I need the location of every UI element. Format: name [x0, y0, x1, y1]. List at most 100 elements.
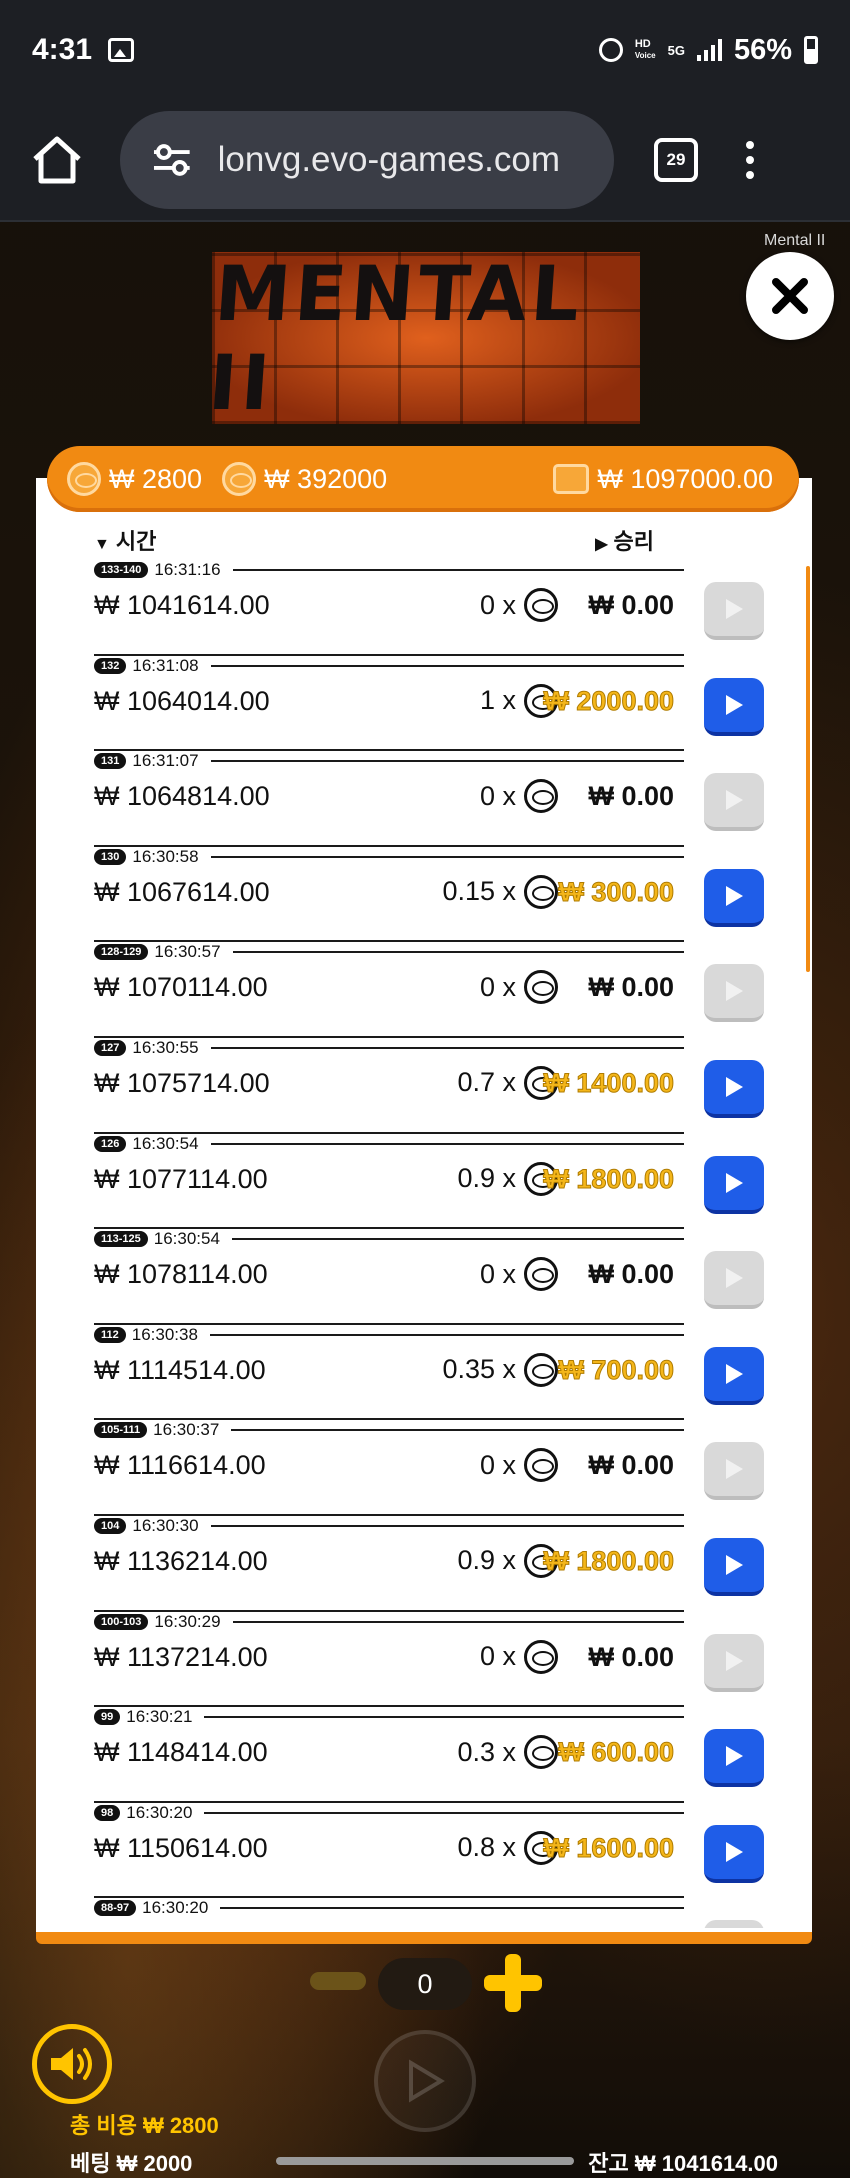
coin-icon	[524, 1257, 558, 1292]
site-settings-icon[interactable]	[152, 142, 192, 178]
row-win: ₩ 600.00	[558, 1737, 675, 1768]
replay-button[interactable]	[704, 1920, 764, 1928]
history-row: 126 16:30:54 ₩ 1077114.00 0.9 x ₩ 1800.00	[94, 1134, 766, 1230]
row-balance: ₩ 1078114.00	[94, 1259, 268, 1290]
row-header: 127 16:30:55	[94, 1038, 684, 1058]
play-icon	[726, 1650, 743, 1671]
row-balance: ₩ 1148414.00	[94, 1737, 268, 1768]
browser-toolbar: lonvg.evo-games.com 29	[0, 100, 850, 222]
row-time: 16:31:07	[132, 751, 199, 771]
count-display: 0	[378, 1958, 472, 2010]
replay-button[interactable]	[704, 964, 764, 1023]
row-header: 128-129 16:30:57	[94, 942, 684, 962]
total-cost: 총 비용 ₩ 2800	[70, 2113, 219, 2138]
row-balance: ₩ 1116614.00	[94, 1450, 266, 1481]
history-row: 100-103 16:30:29 ₩ 1137214.00 0 x ₩ 0.00	[94, 1612, 766, 1708]
row-win: ₩ 0.00	[588, 1641, 674, 1672]
sound-toggle-button[interactable]	[32, 2024, 112, 2104]
gesture-bar[interactable]	[276, 2157, 574, 2165]
network-generation: 5G	[667, 42, 685, 58]
row-balance: ₩ 1077114.00	[94, 1163, 268, 1194]
replay-button[interactable]	[704, 773, 764, 832]
panel-bottom-edge	[36, 1932, 812, 1944]
row-balance: ₩ 1075714.00	[94, 1067, 270, 1098]
replay-button[interactable]	[704, 582, 764, 640]
row-multiplier: 0 x	[480, 970, 558, 1005]
row-time: 16:30:58	[132, 846, 199, 866]
row-header: 133-140 16:31:16	[94, 560, 684, 580]
play-icon	[726, 1172, 743, 1193]
sort-time-header[interactable]: ▼ 시간	[94, 524, 156, 556]
coin-icon	[524, 1639, 558, 1674]
play-icon	[726, 790, 743, 811]
play-icon	[726, 1841, 743, 1862]
history-row: 112 16:30:38 ₩ 1114514.00 0.35 x ₩ 700.00	[94, 1325, 766, 1421]
row-header: 132 16:31:08	[94, 656, 684, 676]
row-time: 16:30:38	[131, 1324, 198, 1344]
round-badge: 130	[94, 848, 127, 865]
close-icon	[772, 278, 808, 314]
coin-icon	[524, 1735, 558, 1770]
replay-button[interactable]	[704, 1346, 764, 1405]
cost-a: ₩ 2800	[67, 462, 202, 496]
history-summary-bar: ₩ 2800 ₩ 392000 ₩ 1097000.00	[47, 446, 799, 512]
row-balance: ₩ 1137214.00	[94, 1641, 268, 1672]
spin-button[interactable]	[374, 2030, 476, 2132]
replay-button[interactable]	[704, 677, 764, 736]
row-time: 16:30:54	[153, 1229, 220, 1249]
replay-button[interactable]	[704, 1729, 764, 1788]
replay-button[interactable]	[704, 868, 764, 927]
history-row: 133-140 16:31:16 ₩ 1041614.00 0 x ₩ 0.00	[94, 560, 766, 656]
replay-button[interactable]	[704, 1824, 764, 1883]
address-bar[interactable]: lonvg.evo-games.com	[120, 111, 614, 209]
row-header: 131 16:31:07	[94, 751, 684, 771]
battery-icon	[804, 36, 818, 64]
replay-button[interactable]	[704, 1442, 764, 1501]
history-row: 113-125 16:30:54 ₩ 1078114.00 0 x ₩ 0.00	[94, 1229, 766, 1325]
replay-button[interactable]	[704, 1537, 764, 1596]
row-header: 126 16:30:54	[94, 1134, 684, 1154]
row-win: ₩ 300.00	[558, 876, 675, 907]
sort-win-header[interactable]: ▶ 승리	[595, 524, 654, 556]
coin-icon	[524, 588, 558, 622]
history-row: 98 16:30:20 ₩ 1150614.00 0.8 x ₩ 1600.00	[94, 1803, 766, 1899]
scrollbar[interactable]	[806, 566, 810, 972]
row-time: 16:30:20	[142, 1898, 209, 1918]
row-win: ₩ 1800.00	[543, 1163, 675, 1194]
play-icon	[409, 2059, 445, 2103]
game-logo: MENTAL II	[206, 249, 640, 427]
home-button[interactable]	[22, 125, 92, 195]
close-history-button[interactable]	[746, 252, 834, 340]
history-list[interactable]: 133-140 16:31:16 ₩ 1041614.00 0 x ₩ 0.00 132 1…	[94, 560, 766, 1928]
decrease-button[interactable]	[310, 1972, 366, 1990]
row-win: ₩ 1600.00	[543, 1832, 675, 1863]
row-time: 16:30:54	[132, 1133, 199, 1153]
summary-balance: ₩ 1097000.00	[553, 464, 773, 495]
row-balance: ₩ 1041614.00	[94, 590, 270, 620]
column-headers: ▼ 시간 ▶ 승리	[94, 524, 654, 556]
round-badge: 126	[94, 1135, 127, 1152]
replay-button[interactable]	[704, 1155, 764, 1214]
coin-icon	[524, 970, 558, 1005]
replay-button[interactable]	[704, 1633, 764, 1692]
play-icon	[726, 981, 743, 1002]
play-icon	[726, 1363, 743, 1384]
row-header: 105-111 16:30:37	[94, 1420, 684, 1440]
round-badge: 132	[94, 657, 127, 674]
increase-button[interactable]	[484, 1954, 542, 2012]
round-badge: 104	[94, 1517, 127, 1534]
row-header: 99 16:30:21	[94, 1707, 684, 1727]
replay-button[interactable]	[704, 1059, 764, 1118]
row-header: 113-125 16:30:54	[94, 1229, 684, 1249]
history-row: 130 16:30:58 ₩ 1067614.00 0.15 x ₩ 300.00	[94, 847, 766, 943]
coin-icon	[222, 462, 257, 496]
row-time: 16:31:16	[154, 560, 221, 579]
row-time: 16:30:21	[126, 1707, 193, 1727]
history-row: 132 16:31:08 ₩ 1064014.00 1 x ₩ 2000.00	[94, 656, 766, 752]
coin-icon	[524, 1448, 558, 1483]
tab-switcher-button[interactable]: 29	[654, 138, 698, 182]
browser-menu-button[interactable]	[746, 141, 754, 179]
row-time: 16:30:29	[154, 1611, 221, 1631]
replay-button[interactable]	[704, 1251, 764, 1310]
url-text[interactable]: lonvg.evo-games.com	[218, 140, 614, 180]
